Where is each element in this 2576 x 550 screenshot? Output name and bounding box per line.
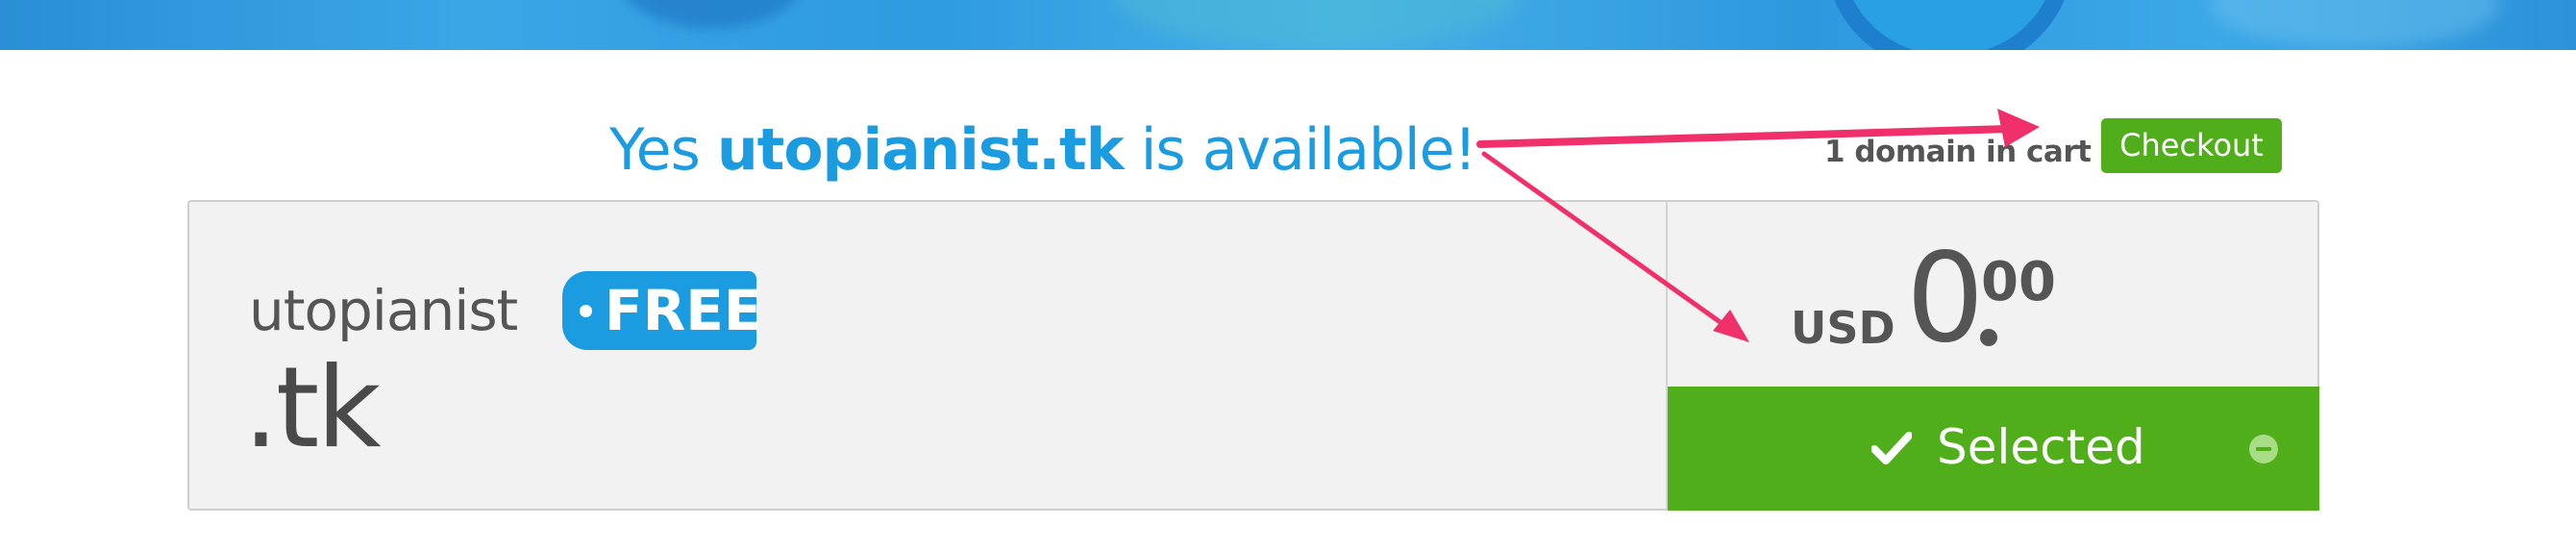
badge-dot-icon [580,305,592,317]
domain-name: utopianist [249,278,518,343]
price-decimal-point [1980,329,1997,346]
banner-decoration [1826,0,2072,50]
banner-decoration [1115,0,1519,48]
price-currency: USD [1791,302,1895,354]
price-whole: 0 [1906,227,1984,370]
cart-count: 1 domain in cart [1824,135,2092,169]
domain-result-card: utopianist FREE .tk USD 0 00 Selected [187,200,2319,511]
headline-prefix: Yes [609,116,717,184]
banner-decoration [615,0,807,29]
minus-circle-icon[interactable] [2249,435,2278,463]
domain-tld: .tk [243,343,382,473]
selected-label: Selected [1937,419,2145,475]
selected-toggle-button[interactable]: Selected [1668,387,2319,511]
hero-banner [0,0,2576,50]
headline-suffix: is available! [1123,116,1477,184]
check-icon [1871,432,1912,464]
free-badge: FREE [562,271,762,350]
free-badge-label: FREE [605,278,762,343]
headline-domain: utopianist.tk [716,116,1125,184]
checkout-button[interactable]: Checkout [2101,118,2282,173]
price-fraction: 00 [1981,251,2056,313]
availability-headline: Yes utopianist.tk is available! [609,113,1477,187]
banner-decoration [2211,0,2499,48]
